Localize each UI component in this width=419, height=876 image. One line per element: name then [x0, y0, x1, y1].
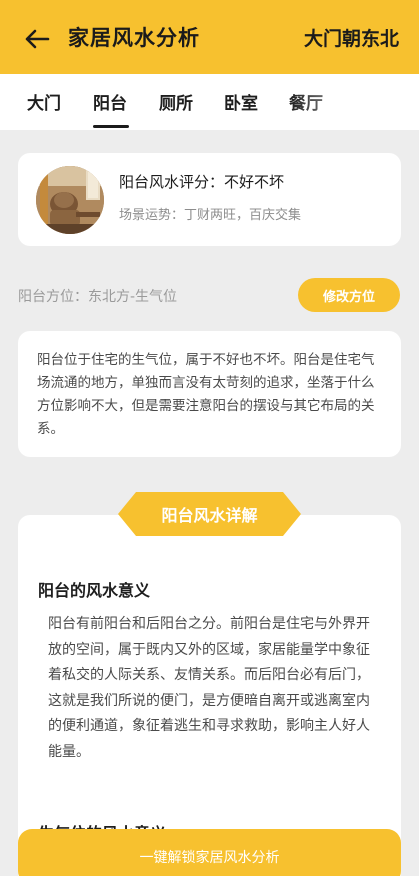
- back-arrow-icon[interactable]: [22, 24, 52, 54]
- door-direction[interactable]: 大门朝东北: [304, 24, 399, 51]
- tab-door[interactable]: 大门: [27, 89, 61, 114]
- balcony-direction: 阳台方位：东北方-生气位: [18, 289, 178, 305]
- app-header: 家居风水分析 大门朝东北: [0, 0, 419, 74]
- balcony-photo: [36, 166, 104, 234]
- tab-dining[interactable]: 餐厅: [289, 89, 323, 114]
- tab-balcony[interactable]: 阳台: [93, 89, 127, 114]
- unlock-analysis-button[interactable]: 一键解锁家居风水分析: [18, 829, 401, 876]
- section-title: 阳台的风水意义: [38, 581, 151, 600]
- scene-fortune: 场景运势：丁财两旺，百庆交集: [119, 208, 302, 223]
- score-card: 阳台风水评分：不好不坏 场景运势：丁财两旺，百庆交集: [18, 153, 401, 246]
- page-title: 家居风水分析: [68, 26, 200, 50]
- description-text: 阳台位于住宅的生气位，属于不好也不坏。阳台是住宅气场流通的地方，单独而言没有太苛…: [37, 352, 375, 437]
- description-card: 阳台位于住宅的生气位，属于不好也不坏。阳台是住宅气场流通的地方，单独而言没有太苛…: [18, 331, 401, 457]
- modify-direction-button[interactable]: 修改方位: [298, 278, 400, 312]
- room-tabs: 大门 阳台 厕所 卧室 餐厅: [0, 74, 419, 130]
- tab-bedroom[interactable]: 卧室: [224, 89, 258, 114]
- section-body: 阳台有前阳台和后阳台之分。前阳台是住宅与外界开放的空间，属于既内又外的区域，家居…: [48, 616, 370, 760]
- feng-shui-score: 阳台风水评分：不好不坏: [119, 173, 285, 191]
- tab-bathroom[interactable]: 厕所: [159, 89, 193, 114]
- active-tab-indicator: [93, 125, 129, 128]
- detail-badge: 阳台风水详解: [161, 506, 258, 525]
